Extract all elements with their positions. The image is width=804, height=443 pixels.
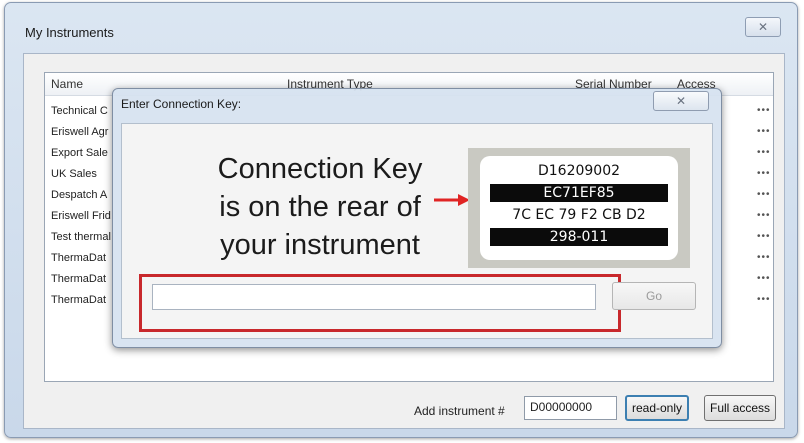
label-model-line: 298-011 — [490, 228, 668, 246]
instruction-line: Connection Key — [217, 153, 423, 185]
row-more-icon[interactable]: ••• — [757, 147, 771, 158]
list-item[interactable]: Test thermal — [51, 231, 111, 243]
list-item[interactable]: UK Sales — [51, 168, 97, 180]
read-only-button[interactable]: read-only — [625, 395, 689, 421]
connection-key-dialog: Enter Connection Key: ✕ Connection Key i… — [112, 88, 722, 348]
add-instrument-label: Add instrument # — [414, 404, 505, 418]
instrument-label-card: D16209002 EC71EF85 7C EC 79 F2 CB D2 298… — [480, 156, 678, 260]
dialog-body: Connection Key is on the rear of your in… — [121, 123, 713, 339]
row-more-icon[interactable]: ••• — [757, 168, 771, 179]
row-more-icon[interactable]: ••• — [757, 294, 771, 305]
instruction-text: Connection Key is on the rear of your in… — [170, 150, 470, 264]
instruction-line: is on the rear of — [219, 191, 421, 223]
label-serial-line: D16209002 — [537, 163, 621, 179]
row-more-icon[interactable]: ••• — [757, 231, 771, 242]
list-item[interactable]: Eriswell Frid — [51, 210, 111, 222]
go-button[interactable]: Go — [612, 282, 696, 310]
dialog-title: Enter Connection Key: — [121, 97, 242, 111]
list-item[interactable]: ThermaDat — [51, 273, 106, 285]
dialog-close-icon[interactable]: ✕ — [653, 91, 709, 111]
list-item[interactable]: ThermaDat — [51, 252, 106, 264]
connection-key-input[interactable] — [152, 284, 596, 310]
list-item[interactable]: Export Sale — [51, 147, 108, 159]
row-more-icon[interactable]: ••• — [757, 105, 771, 116]
instrument-number-input[interactable]: D00000000 — [524, 396, 617, 420]
list-item[interactable]: ThermaDat — [51, 294, 106, 306]
full-access-button[interactable]: Full access — [704, 395, 776, 421]
close-icon[interactable]: ✕ — [745, 17, 781, 37]
row-more-icon[interactable]: ••• — [757, 273, 771, 284]
row-more-icon[interactable]: ••• — [757, 189, 771, 200]
arrow-right-icon — [434, 194, 470, 206]
instrument-label-image: D16209002 EC71EF85 7C EC 79 F2 CB D2 298… — [468, 148, 690, 268]
instruction-line: your instrument — [220, 229, 420, 261]
list-item[interactable]: Eriswell Agr — [51, 126, 108, 138]
label-connection-key-line: EC71EF85 — [490, 184, 668, 202]
row-more-icon[interactable]: ••• — [757, 252, 771, 263]
list-item[interactable]: Despatch A — [51, 189, 107, 201]
row-more-icon[interactable]: ••• — [757, 210, 771, 221]
column-header-name[interactable]: Name — [51, 77, 83, 91]
list-item[interactable]: Technical C — [51, 105, 108, 117]
row-more-icon[interactable]: ••• — [757, 126, 771, 137]
window-title: My Instruments — [25, 25, 114, 40]
label-mac-line: 7C EC 79 F2 CB D2 — [512, 207, 646, 223]
